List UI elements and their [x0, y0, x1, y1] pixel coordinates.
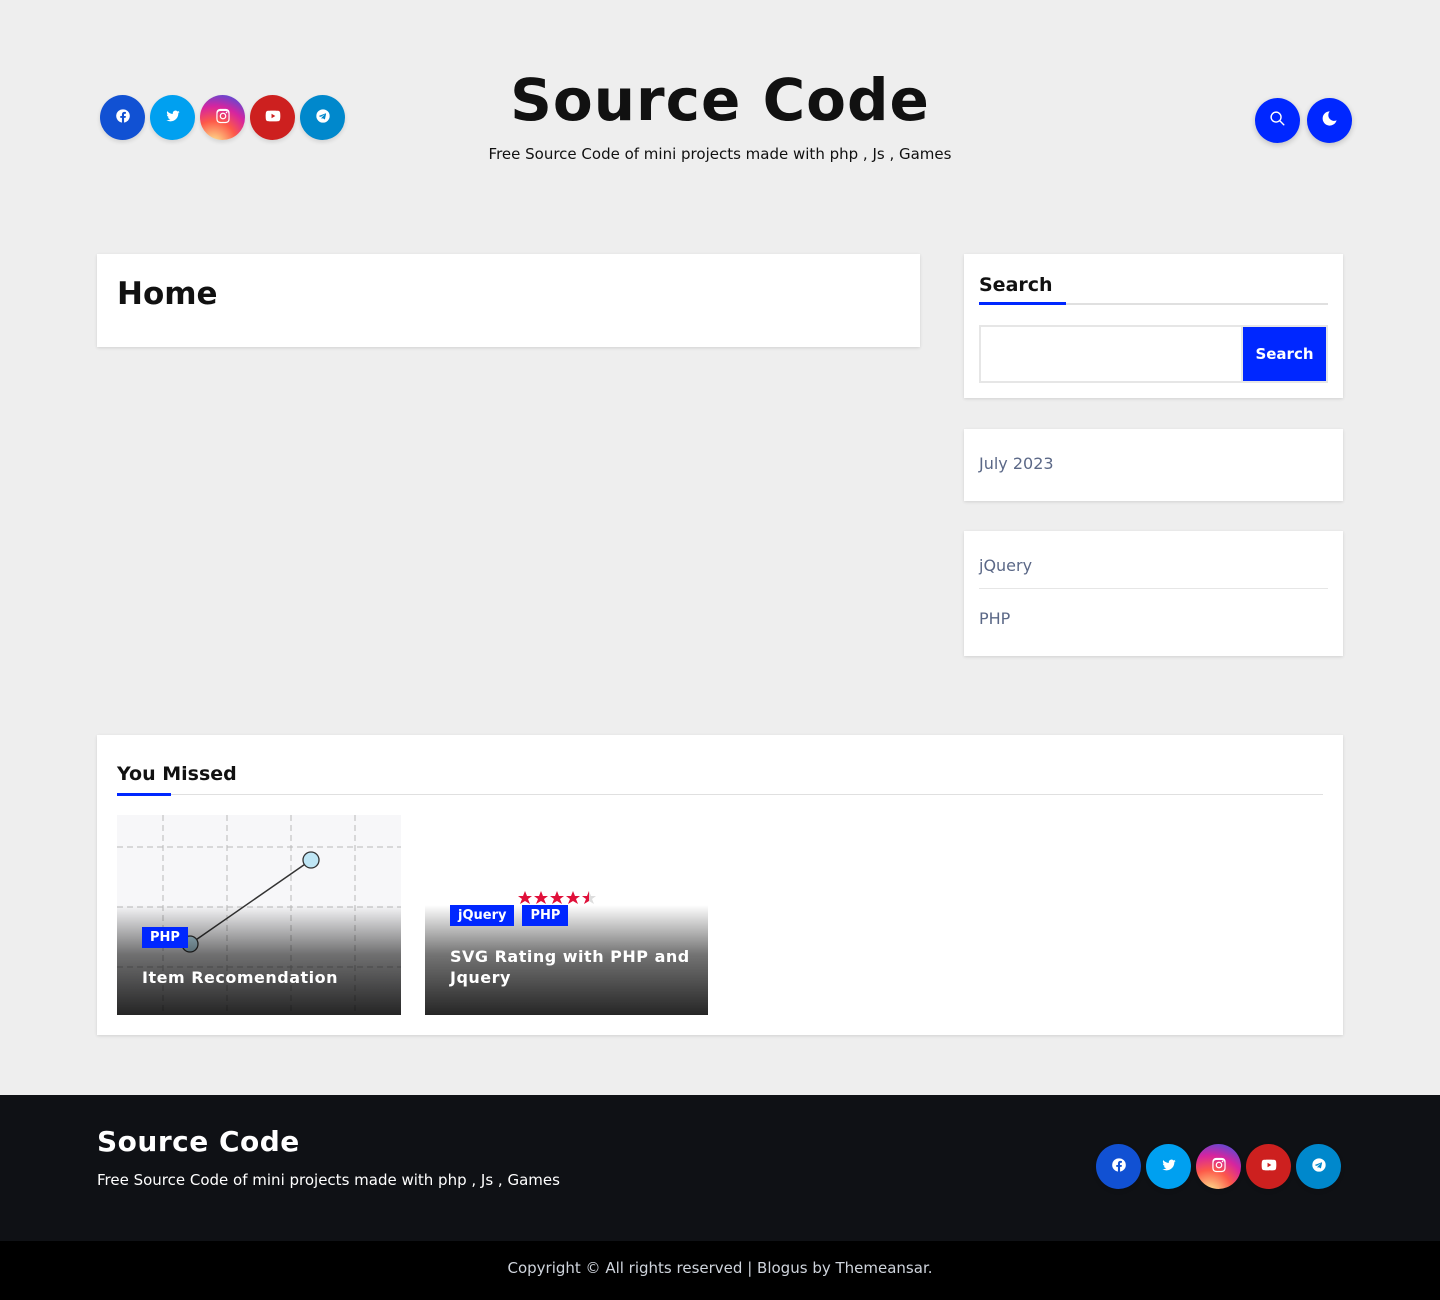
moon-icon	[1321, 110, 1338, 131]
footer-instagram-link[interactable]	[1196, 1144, 1241, 1189]
category-badge-php[interactable]: PHP	[142, 927, 188, 948]
instagram-icon	[1211, 1157, 1227, 1177]
dark-mode-toggle[interactable]	[1307, 98, 1352, 143]
youtube-icon	[265, 108, 281, 128]
category-divider	[979, 588, 1328, 589]
search-widget-title: Search	[979, 274, 1053, 296]
post-card-svg-rating[interactable]: jQuery PHP SVG Rating with PHP and Jquer…	[425, 815, 708, 1015]
footer-site-title[interactable]: Source Code	[97, 1125, 300, 1158]
copyright-text: Copyright © All rights reserved	[507, 1259, 743, 1277]
post-card-item-recomendation[interactable]: PHP Item Recomendation	[117, 815, 401, 1015]
post-overlay	[117, 905, 401, 1015]
telegram-icon	[1311, 1157, 1327, 1177]
instagram-link[interactable]	[200, 95, 245, 140]
page-title-box: Home	[97, 254, 920, 347]
twitter-link[interactable]	[150, 95, 195, 140]
facebook-icon	[1111, 1157, 1127, 1177]
copyright-separator: |	[747, 1259, 753, 1277]
footer-social-links	[1096, 1144, 1341, 1189]
you-missed-divider	[117, 793, 1323, 796]
post-title[interactable]: SVG Rating with PHP and Jquery	[450, 946, 690, 988]
header-social-links	[100, 95, 345, 140]
post-categories: jQuery PHP	[450, 905, 569, 926]
search-submit-button[interactable]: Search	[1241, 325, 1328, 383]
search-widget: Search Search	[964, 254, 1343, 398]
category-badge-php[interactable]: PHP	[522, 905, 569, 926]
footer-site-description: Free Source Code of mini projects made w…	[97, 1171, 560, 1189]
twitter-icon	[1161, 1157, 1177, 1177]
archive-link-july-2023[interactable]: July 2023	[979, 454, 1054, 473]
search-button[interactable]	[1255, 98, 1300, 143]
twitter-icon	[165, 108, 181, 128]
category-badge-jquery[interactable]: jQuery	[450, 905, 515, 926]
copyright-line: Copyright © All rights reserved | Blogus…	[0, 1259, 1440, 1277]
footer-facebook-link[interactable]	[1096, 1144, 1141, 1189]
site-title[interactable]: Source Code	[420, 66, 1020, 134]
you-missed-title: You Missed	[117, 763, 237, 785]
archives-widget: July 2023	[964, 429, 1343, 501]
post-title[interactable]: Item Recomendation	[142, 967, 382, 988]
search-icon	[1269, 110, 1286, 131]
category-link-jquery[interactable]: jQuery	[979, 556, 1032, 575]
widget-divider-accent	[979, 302, 1066, 305]
footer-telegram-link[interactable]	[1296, 1144, 1341, 1189]
footer-youtube-link[interactable]	[1246, 1144, 1291, 1189]
footer-top: Source Code Free Source Code of mini pro…	[0, 1095, 1440, 1241]
theme-link[interactable]: Blogus	[757, 1259, 807, 1277]
footer-twitter-link[interactable]	[1146, 1144, 1191, 1189]
instagram-icon	[215, 108, 231, 128]
widget-divider	[979, 302, 1328, 305]
you-missed-section: You Missed PHP Item Recomendation jQuery…	[97, 735, 1343, 1035]
you-missed-divider-accent	[117, 793, 171, 796]
youtube-link[interactable]	[250, 95, 295, 140]
site-description: Free Source Code of mini projects made w…	[488, 145, 952, 163]
telegram-link[interactable]	[300, 95, 345, 140]
copyright-by: by	[812, 1259, 831, 1277]
author-link[interactable]: Themeansar.	[836, 1259, 933, 1277]
categories-widget: jQuery PHP	[964, 531, 1343, 656]
footer-bottom: Copyright © All rights reserved | Blogus…	[0, 1241, 1440, 1300]
facebook-link[interactable]	[100, 95, 145, 140]
youtube-icon	[1261, 1157, 1277, 1177]
telegram-icon	[315, 108, 331, 128]
post-categories: PHP	[142, 926, 188, 948]
facebook-icon	[115, 108, 131, 128]
search-input[interactable]	[979, 325, 1243, 383]
page-title: Home	[117, 276, 218, 312]
category-link-php[interactable]: PHP	[979, 609, 1010, 628]
